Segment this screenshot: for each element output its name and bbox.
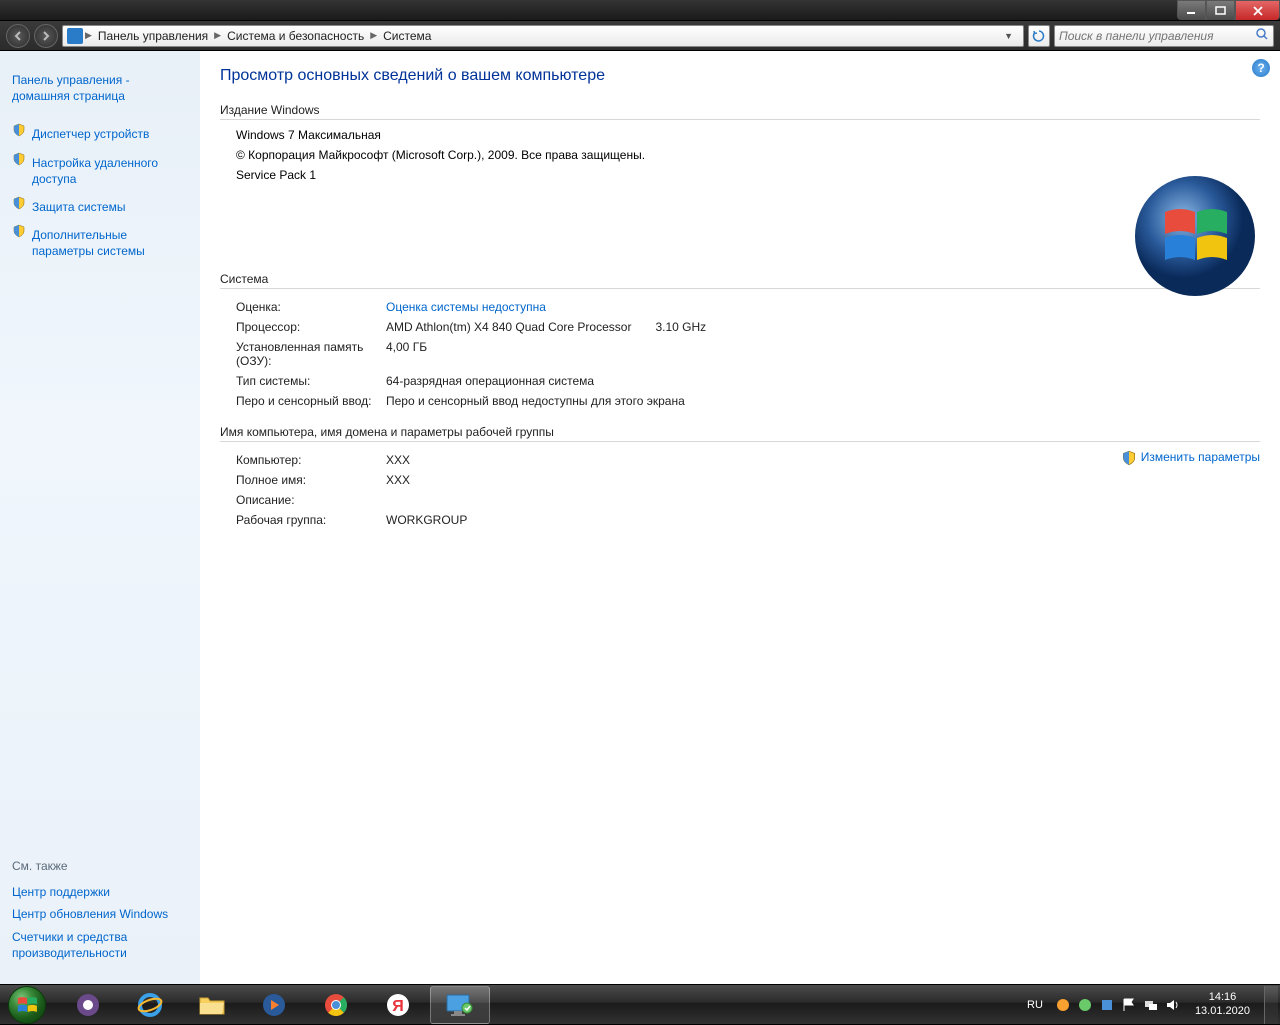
fullname-label: Полное имя: — [236, 470, 386, 490]
workgroup-value: WORKGROUP — [386, 510, 475, 530]
shield-icon — [12, 224, 26, 238]
ie-icon — [135, 991, 165, 1019]
workgroup-label: Рабочая группа: — [236, 510, 386, 530]
chrome-icon — [321, 991, 351, 1019]
shield-icon — [1121, 450, 1137, 466]
system-tray: RU 14:16 13.01.2020 — [1023, 986, 1280, 1024]
tray-icon[interactable] — [1055, 997, 1071, 1013]
refresh-button[interactable] — [1028, 25, 1050, 47]
page-title: Просмотр основных сведений о вашем компь… — [220, 67, 1260, 85]
taskbar-explorer[interactable] — [182, 986, 242, 1024]
flag-icon[interactable] — [1121, 997, 1137, 1013]
tray-icon[interactable] — [1077, 997, 1093, 1013]
rating-label: Оценка: — [236, 297, 386, 317]
svg-text:Я: Я — [392, 998, 404, 1015]
ram-value: 4,00 ГБ — [386, 337, 714, 371]
app-icon — [73, 991, 103, 1019]
start-orb-icon — [8, 986, 46, 1024]
see-also-header: См. также — [12, 859, 188, 873]
show-desktop-button[interactable] — [1264, 986, 1278, 1024]
dropdown-icon[interactable]: ▼ — [998, 31, 1019, 41]
taskbar-ie[interactable] — [120, 986, 180, 1024]
tray-icon[interactable] — [1099, 997, 1115, 1013]
systype-value: 64-разрядная операционная система — [386, 371, 714, 391]
taskbar-control-panel[interactable] — [430, 986, 490, 1024]
help-button[interactable]: ? — [1252, 59, 1270, 77]
crumb-system-security[interactable]: Система и безопасность — [221, 29, 370, 43]
sidebar-advanced-settings[interactable]: Дополнительные параметры системы — [12, 224, 188, 262]
fullname-value: XXX — [386, 470, 475, 490]
control-panel-home-link[interactable]: Панель управления - домашняя страница — [12, 69, 188, 107]
date: 13.01.2020 — [1195, 1005, 1250, 1018]
seealso-performance[interactable]: Счетчики и средства производительности — [12, 926, 188, 964]
search-box[interactable] — [1054, 25, 1274, 47]
media-player-icon — [259, 991, 289, 1019]
shield-icon — [12, 152, 26, 166]
network-icon[interactable] — [1143, 997, 1159, 1013]
taskbar-chrome[interactable] — [306, 986, 366, 1024]
shield-icon — [12, 123, 26, 137]
sidebar: Панель управления - домашняя страница Ди… — [0, 51, 200, 984]
windows-copyright: © Корпорация Майкрософт (Microsoft Corp.… — [236, 148, 1260, 162]
processor-value: AMD Athlon(tm) X4 840 Quad Core Processo… — [386, 317, 714, 337]
seealso-windows-update[interactable]: Центр обновления Windows — [12, 903, 188, 925]
computername-header: Имя компьютера, имя домена и параметры р… — [220, 425, 1260, 442]
control-panel-icon — [445, 991, 475, 1019]
taskbar-mediaplayer[interactable] — [244, 986, 304, 1024]
sidebar-device-manager[interactable]: Диспетчер устройств — [12, 123, 188, 145]
description-value — [386, 490, 475, 510]
maximize-button[interactable] — [1206, 0, 1235, 20]
sidebar-item-label: Защита системы — [32, 196, 125, 218]
clock[interactable]: 14:16 13.01.2020 — [1189, 991, 1256, 1017]
crumb-system[interactable]: Система — [377, 29, 437, 43]
sidebar-item-label: Настройка удаленного доступа — [32, 152, 188, 190]
taskbar: Я RU 14:16 13.01.2020 — [0, 984, 1280, 1024]
systype-label: Тип системы: — [236, 371, 386, 391]
windows-service-pack: Service Pack 1 — [236, 168, 1260, 182]
sidebar-item-label: Диспетчер устройств — [32, 123, 149, 145]
address-bar: ▶ Панель управления ▶ Система и безопасн… — [0, 21, 1280, 51]
yandex-icon: Я — [383, 991, 413, 1019]
edition-header: Издание Windows — [220, 103, 1260, 120]
search-input[interactable] — [1059, 29, 1255, 43]
crumb-control-panel[interactable]: Панель управления — [92, 29, 214, 43]
sidebar-item-label: Дополнительные параметры системы — [32, 224, 188, 262]
control-panel-icon — [67, 28, 83, 44]
minimize-button[interactable] — [1177, 0, 1206, 20]
pen-value: Перо и сенсорный ввод недоступны для это… — [386, 391, 714, 411]
content-area: ? Просмотр основных сведений о вашем ком… — [200, 51, 1280, 984]
chevron-right-icon: ▶ — [214, 30, 221, 41]
taskbar-app-1[interactable] — [58, 986, 118, 1024]
windows-logo-icon — [1130, 171, 1260, 301]
volume-icon[interactable] — [1165, 997, 1181, 1013]
breadcrumb[interactable]: ▶ Панель управления ▶ Система и безопасн… — [62, 25, 1024, 47]
chevron-right-icon: ▶ — [370, 30, 377, 41]
start-button[interactable] — [0, 985, 54, 1025]
description-label: Описание: — [236, 490, 386, 510]
language-indicator[interactable]: RU — [1023, 999, 1047, 1011]
taskbar-yandex[interactable]: Я — [368, 986, 428, 1024]
time: 14:16 — [1195, 991, 1250, 1004]
ram-label: Установленная память (ОЗУ): — [236, 337, 386, 371]
back-button[interactable] — [6, 24, 30, 48]
rating-link[interactable]: Оценка системы недоступна — [386, 300, 546, 314]
folder-icon — [197, 991, 227, 1019]
processor-label: Процессор: — [236, 317, 386, 337]
sidebar-remote-settings[interactable]: Настройка удаленного доступа — [12, 152, 188, 190]
change-settings-link[interactable]: Изменить параметры — [1121, 450, 1260, 466]
windows-edition: Windows 7 Максимальная — [236, 128, 1260, 142]
forward-button[interactable] — [34, 24, 58, 48]
close-button[interactable] — [1235, 0, 1280, 20]
computer-value: XXX — [386, 450, 475, 470]
shield-icon — [12, 196, 26, 210]
chevron-right-icon: ▶ — [85, 30, 92, 41]
seealso-action-center[interactable]: Центр поддержки — [12, 881, 188, 903]
sidebar-system-protection[interactable]: Защита системы — [12, 196, 188, 218]
window-titlebar — [0, 0, 1280, 21]
pen-label: Перо и сенсорный ввод: — [236, 391, 386, 411]
computer-label: Компьютер: — [236, 450, 386, 470]
system-header: Система — [220, 272, 1260, 289]
search-icon[interactable] — [1255, 27, 1269, 44]
